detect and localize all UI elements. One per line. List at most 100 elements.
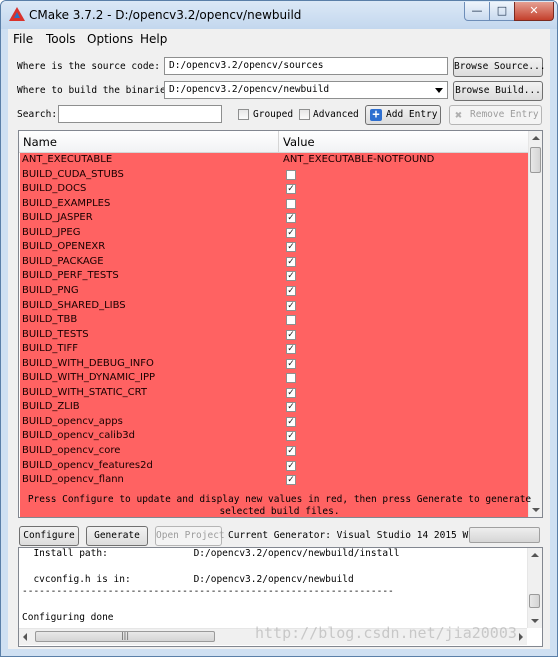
title-bar[interactable]: CMake 3.7.2 - D:/opencv3.2/opencv/newbui… [1,1,557,29]
cache-entry-checkbox[interactable]: ✓ [286,227,296,238]
table-row[interactable]: BUILD_TIFF ✓ [20,342,528,357]
cache-entry-name: BUILD_opencv_calib3d [22,430,136,442]
cache-entry-name: BUILD_OPENEXR [22,241,106,253]
column-header-name[interactable]: Name [23,135,57,149]
cache-entry-checkbox[interactable] [286,373,296,384]
scroll-up-icon[interactable] [531,553,539,557]
scroll-thumb[interactable] [530,147,541,173]
scroll-thumb[interactable] [529,594,540,608]
cache-entry-checkbox[interactable]: ✓ [286,329,296,340]
search-input[interactable] [58,105,222,123]
table-row[interactable]: ANT_EXECUTABLE ANT_EXECUTABLE-NOTFOUND [20,153,528,168]
progress-bar [469,527,540,543]
table-row[interactable]: BUILD_ZLIB ✓ [20,400,528,415]
scroll-thumb[interactable]: ||| [35,631,215,642]
cache-entry-name: BUILD_JASPER [22,212,93,224]
cache-entry-checkbox[interactable]: ✓ [286,344,296,355]
build-path-combobox[interactable]: D:/opencv3.2/opencv/newbuild [164,81,448,99]
browse-source-button[interactable]: Browse Source... [453,57,546,77]
cache-entry-checkbox[interactable]: ✓ [286,402,296,413]
cache-entry-checkbox[interactable]: ✓ [286,416,296,427]
cache-table[interactable]: Name Value ANT_EXECUTABLE ANT_EXECUTABLE-… [18,130,543,518]
scroll-up-icon[interactable] [532,136,540,140]
window-title: CMake 3.7.2 - D:/opencv3.2/opencv/newbui… [29,8,302,22]
cache-entry-checkbox[interactable]: ✓ [286,213,296,224]
build-path-value: D:/opencv3.2/opencv/newbuild [169,84,330,95]
cache-entry-checkbox[interactable]: ✓ [286,184,296,195]
cache-entry-checkbox[interactable] [286,198,296,209]
table-row[interactable]: BUILD_DOCS ✓ [20,182,528,197]
remove-entry-button[interactable]: ✖ Remove Entry [449,105,542,125]
cache-entry-checkbox[interactable]: ✓ [286,446,296,456]
table-row[interactable]: BUILD_WITH_DEBUG_INFO ✓ [20,357,528,372]
cache-entry-checkbox[interactable] [286,315,296,326]
table-row[interactable]: BUILD_JASPER ✓ [20,211,528,226]
table-row[interactable]: BUILD_TBB [20,313,528,328]
close-button[interactable]: ✕ [514,2,554,21]
table-row[interactable]: BUILD_PERF_TESTS ✓ [20,269,528,284]
scroll-right-icon[interactable] [519,633,523,641]
open-project-button[interactable]: Open Project [155,526,225,546]
table-row[interactable]: BUILD_opencv_features2d ✓ [20,459,528,474]
table-row[interactable]: BUILD_WITH_DYNAMIC_IPP [20,371,528,386]
cache-entry-checkbox[interactable]: ✓ [286,271,296,282]
watermark: http://blog.csdn.net/jia20003 [255,624,517,642]
menu-options[interactable]: Options [87,32,133,46]
source-label: Where is the source code: [17,61,160,72]
cmake-logo-icon [9,7,25,21]
cache-entry-name: BUILD_TESTS [22,328,89,340]
table-row[interactable]: BUILD_CUDA_STUBS [20,168,528,183]
cache-entry-name: BUILD_ZLIB [22,401,80,413]
chevron-down-icon[interactable] [435,88,443,93]
cache-entry-checkbox[interactable]: ✓ [286,242,296,253]
table-header: Name Value [19,131,528,153]
maximize-button[interactable]: □ [489,2,515,21]
table-row[interactable]: BUILD_opencv_core ✓ [20,444,528,459]
table-row[interactable]: BUILD_PNG ✓ [20,284,528,299]
table-row[interactable]: BUILD_JPEG ✓ [20,226,528,241]
grouped-checkbox[interactable] [238,109,249,120]
table-row[interactable]: BUILD_EXAMPLES [20,197,528,212]
scroll-left-icon[interactable] [23,633,27,641]
table-row[interactable]: BUILD_TESTS ✓ [20,328,528,343]
cache-entry-value[interactable]: ANT_EXECUTABLE-NOTFOUND [283,154,434,165]
cache-entry-checkbox[interactable]: ✓ [286,256,296,267]
table-row[interactable]: BUILD_OPENEXR ✓ [20,240,528,255]
grouped-label: Grouped [253,109,294,120]
advanced-checkbox[interactable] [299,109,310,120]
cache-entry-name: BUILD_WITH_DYNAMIC_IPP [22,372,156,384]
log-vertical-scrollbar[interactable] [527,548,542,628]
cache-entry-checkbox[interactable]: ✓ [286,285,296,296]
minimize-button[interactable]: — [464,2,490,21]
table-row[interactable]: BUILD_PACKAGE ✓ [20,255,528,270]
menu-tools[interactable]: Tools [46,32,76,46]
cache-entry-checkbox[interactable]: ✓ [286,475,296,486]
cache-entry-checkbox[interactable]: ✓ [286,300,296,311]
table-row[interactable]: BUILD_opencv_flann ✓ [20,473,528,488]
remove-entry-label: Remove Entry [470,109,539,120]
cache-entry-checkbox[interactable]: ✓ [286,387,296,398]
cache-entry-checkbox[interactable] [286,169,296,180]
cache-entry-checkbox[interactable]: ✓ [286,358,296,369]
cache-entry-name: BUILD_EXAMPLES [22,197,111,209]
table-vertical-scrollbar[interactable] [528,131,542,517]
column-divider[interactable] [278,131,279,152]
table-row[interactable]: BUILD_WITH_STATIC_CRT ✓ [20,386,528,401]
log-line: Configuring done [22,612,114,623]
configure-button[interactable]: Configure [19,526,79,546]
cache-entry-checkbox[interactable]: ✓ [286,460,296,471]
browse-build-button[interactable]: Browse Build... [453,81,543,101]
table-row[interactable]: BUILD_opencv_apps ✓ [20,415,528,430]
scroll-down-icon[interactable] [531,619,539,623]
cache-entry-checkbox[interactable]: ✓ [286,431,296,442]
source-path-input[interactable]: D:/opencv3.2/opencv/sources [164,57,448,75]
generate-button[interactable]: Generate [86,526,148,546]
add-entry-label: Add Entry [386,109,438,120]
menu-file[interactable]: File [13,32,33,46]
menu-help[interactable]: Help [140,32,167,46]
cache-entry-name: BUILD_PERF_TESTS [22,270,119,282]
column-header-value[interactable]: Value [283,135,315,149]
add-entry-button[interactable]: + Add Entry [365,105,441,125]
table-row[interactable]: BUILD_SHARED_LIBS ✓ [20,299,528,314]
table-row[interactable]: BUILD_opencv_calib3d ✓ [20,429,528,444]
